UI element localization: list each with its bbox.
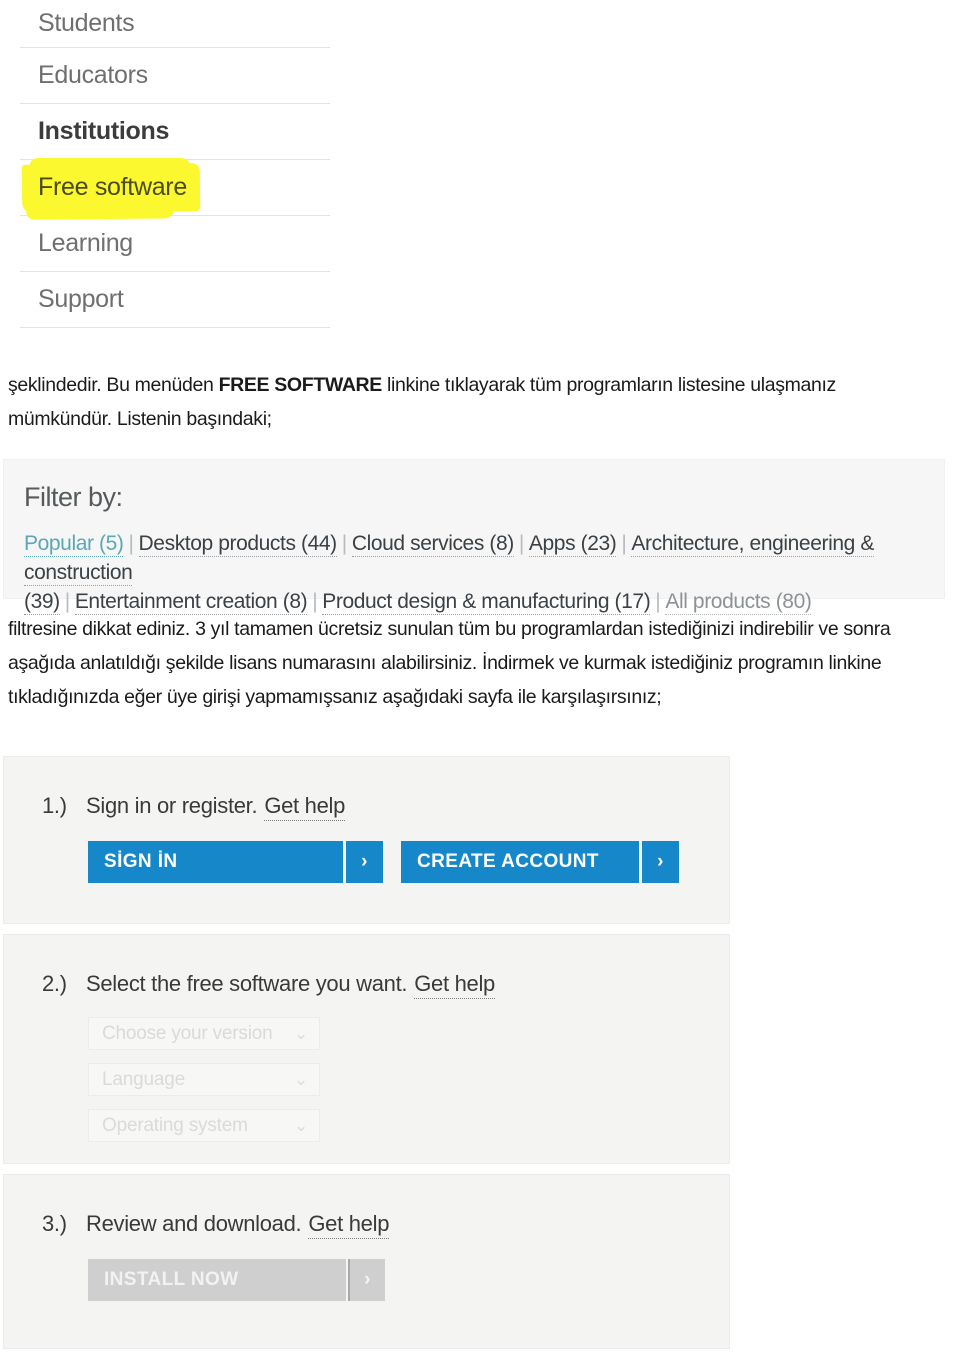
step-one-button-row: SİGN İN › CREATE ACCOUNT › — [4, 821, 729, 883]
step-one-panel: 1.) Sign in or register. Get help SİGN İ… — [3, 756, 730, 924]
choose-version-select[interactable]: Choose your version ⌄ — [88, 1017, 320, 1050]
menu-item-students[interactable]: Students — [20, 0, 330, 48]
filter-link-desktop-products[interactable]: Desktop products (44) — [138, 532, 337, 557]
step-three-text: Review and download. — [86, 1211, 302, 1236]
menu-item-support[interactable]: Support — [20, 272, 330, 328]
menu-item-educators[interactable]: Educators — [20, 48, 330, 104]
get-help-link[interactable]: Get help — [414, 971, 495, 999]
paragraph-two: filtresine dikkat ediniz. 3 yıl tamamen … — [8, 618, 891, 708]
filter-separator: | — [312, 590, 318, 613]
filter-link-apps[interactable]: Apps (23) — [528, 532, 617, 557]
create-account-button-label: CREATE ACCOUNT — [401, 841, 639, 883]
choose-version-placeholder: Choose your version — [102, 1022, 273, 1044]
menu-item-institutions[interactable]: Institutions — [20, 104, 330, 160]
step-one-number: 1.) — [42, 793, 67, 818]
filter-separator: | — [128, 532, 134, 555]
filter-by-label: Filter by: — [24, 482, 123, 512]
menu-item-free-software[interactable]: Free software — [20, 160, 330, 216]
menu-item-label: Students — [38, 9, 135, 37]
menu-screenshot: Students Educators Institutions Free sof… — [20, 0, 330, 345]
language-placeholder: Language — [102, 1068, 185, 1090]
operating-system-placeholder: Operating system — [102, 1114, 248, 1136]
paragraph-one-bold: FREE SOFTWARE — [218, 374, 383, 396]
filter-separator: | — [64, 590, 70, 613]
chevron-right-icon: › — [642, 841, 679, 883]
operating-system-select[interactable]: Operating system ⌄ — [88, 1109, 320, 1142]
document-page: Students Educators Institutions Free sof… — [0, 0, 960, 1369]
chevron-down-icon: ⌄ — [293, 1069, 308, 1089]
step-two-select-column: Choose your version ⌄ Language ⌄ Operati… — [4, 999, 729, 1142]
chevron-right-icon: › — [346, 841, 383, 883]
menu-item-label: Free software — [38, 173, 187, 201]
filter-screenshot: Filter by: Popular (5) | Desktop products … — [3, 459, 945, 615]
chevron-down-icon: ⌄ — [293, 1023, 308, 1043]
step-one-text: Sign in or register. — [86, 793, 258, 818]
step-three-heading: 3.) Review and download. Get help — [4, 1175, 729, 1239]
step-three-button-row: INSTALL NOW › — [4, 1239, 729, 1301]
step-one-heading: 1.) Sign in or register. Get help — [4, 757, 729, 821]
menu-item-label: Learning — [38, 229, 133, 257]
paragraph-one: şeklindedir. Bu menüden FREE SOFTWARE li… — [8, 368, 938, 436]
install-steps-screenshot: 1.) Sign in or register. Get help SİGN İ… — [3, 756, 730, 1369]
step-three-panel: 3.) Review and download. Get help INSTAL… — [3, 1174, 730, 1349]
filter-link-popular[interactable]: Popular (5) — [24, 532, 124, 557]
install-now-button[interactable]: INSTALL NOW › — [88, 1259, 385, 1301]
menu-item-label: Institutions — [38, 117, 170, 145]
step-two-panel: 2.) Select the free software you want. G… — [3, 934, 730, 1164]
filter-link-cloud-services[interactable]: Cloud services (8) — [351, 532, 514, 557]
step-three-number: 3.) — [42, 1211, 67, 1236]
step-two-heading: 2.) Select the free software you want. G… — [4, 935, 729, 999]
chevron-right-icon: › — [348, 1259, 385, 1301]
filter-separator: | — [621, 532, 627, 555]
paragraph-one-before: şeklindedir. Bu menüden — [8, 374, 219, 396]
filter-links-row: Popular (5) | Desktop products (44) | Cloud … — [24, 529, 922, 616]
filter-separator: | — [341, 532, 347, 555]
step-two-number: 2.) — [42, 971, 67, 996]
install-now-button-label: INSTALL NOW — [88, 1259, 346, 1301]
get-help-link[interactable]: Get help — [264, 793, 345, 821]
language-select[interactable]: Language ⌄ — [88, 1063, 320, 1096]
menu-item-learning[interactable]: Learning — [20, 216, 330, 272]
chevron-down-icon: ⌄ — [293, 1115, 308, 1135]
sign-in-button[interactable]: SİGN İN › — [88, 841, 383, 883]
menu-item-label: Educators — [38, 61, 148, 89]
sign-in-button-label: SİGN İN — [88, 841, 343, 883]
get-help-link[interactable]: Get help — [308, 1211, 389, 1239]
filter-separator: | — [518, 532, 524, 555]
filter-separator: | — [655, 590, 661, 613]
create-account-button[interactable]: CREATE ACCOUNT › — [401, 841, 679, 883]
menu-item-label: Support — [38, 285, 124, 313]
step-two-text: Select the free software you want. — [86, 971, 408, 996]
